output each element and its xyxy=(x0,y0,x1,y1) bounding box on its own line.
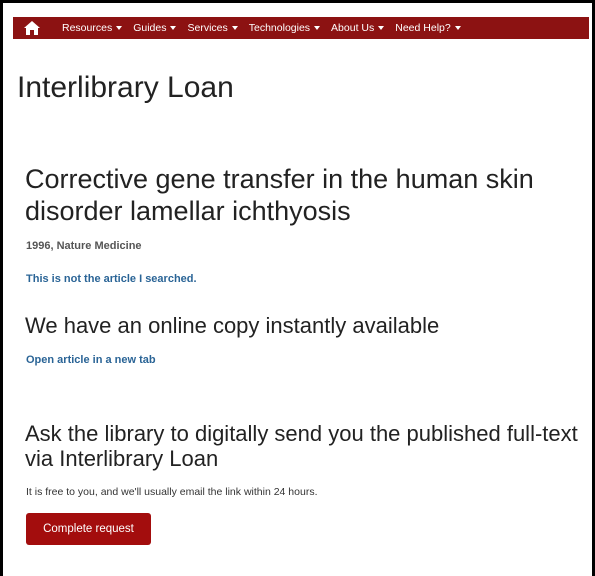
top-navigation-bar: Resources Guides Services Technologies A… xyxy=(13,17,589,39)
caret-down-icon xyxy=(314,26,321,30)
caret-down-icon xyxy=(231,26,238,30)
caret-down-icon xyxy=(170,26,177,30)
not-my-article-link[interactable]: This is not the article I searched. xyxy=(26,273,197,285)
article-meta: 1996, Nature Medicine xyxy=(26,240,142,252)
nav-services-label: Services xyxy=(187,22,228,34)
nav-resources-label: Resources xyxy=(62,22,113,34)
nav-guides-label: Guides xyxy=(133,22,167,34)
open-article-link[interactable]: Open article in a new tab xyxy=(26,354,156,366)
nav-need-help-label: Need Help? xyxy=(395,22,451,34)
complete-request-button[interactable]: Complete request xyxy=(26,513,151,545)
caret-down-icon xyxy=(378,26,385,30)
nav-services[interactable]: Services xyxy=(187,22,238,34)
nav-about-us-label: About Us xyxy=(331,22,375,34)
home-button[interactable] xyxy=(13,17,51,39)
nav-technologies-label: Technologies xyxy=(248,22,311,34)
article-title: Corrective gene transfer in the human sk… xyxy=(25,164,534,226)
caret-down-icon xyxy=(454,26,461,30)
home-icon xyxy=(24,21,40,35)
interlibrary-loan-heading: Ask the library to digitally send you th… xyxy=(25,421,578,471)
nav-resources[interactable]: Resources xyxy=(62,22,123,34)
nav-about-us[interactable]: About Us xyxy=(331,22,385,34)
online-copy-heading: We have an online copy instantly availab… xyxy=(25,313,440,338)
caret-down-icon xyxy=(116,26,123,30)
nav-technologies[interactable]: Technologies xyxy=(248,22,321,34)
interlibrary-loan-description: It is free to you, and we'll usually ema… xyxy=(26,486,318,498)
page-frame: Resources Guides Services Technologies A… xyxy=(0,0,595,576)
page-title: Interlibrary Loan xyxy=(17,71,234,104)
nav-guides[interactable]: Guides xyxy=(133,22,177,34)
nav-need-help[interactable]: Need Help? xyxy=(395,22,461,34)
